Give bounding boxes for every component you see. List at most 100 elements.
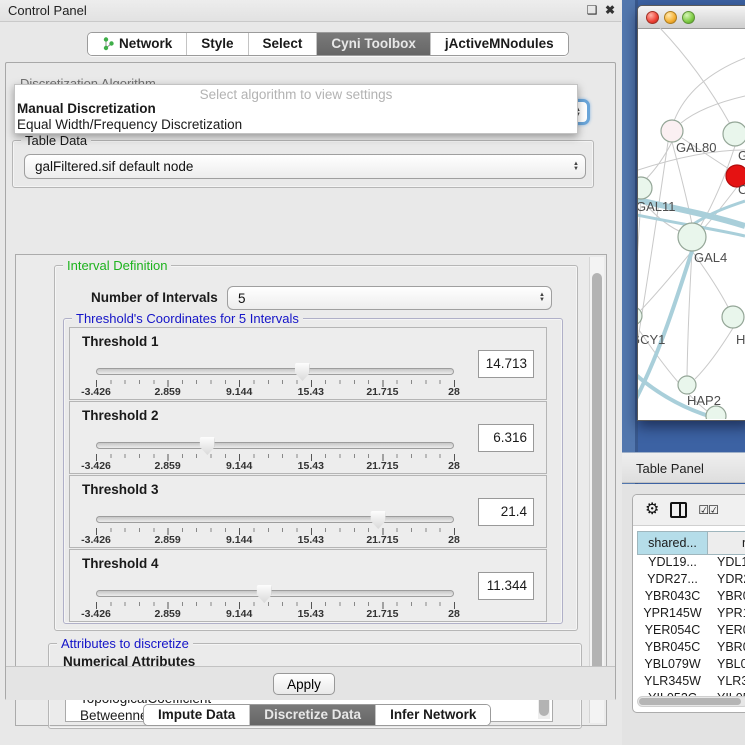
settings-scroll-panel: Interval Definition Number of Intervals … <box>15 254 607 726</box>
dropdown-prompt: Select algorithm to view settings <box>15 85 577 101</box>
slider-scale-labels: -3.4262.8599.14415.4321.71528 <box>96 460 454 472</box>
slider-scale-labels: -3.4262.8599.14415.4321.71528 <box>96 386 454 398</box>
slider-tick-label: 15.43 <box>298 534 324 546</box>
table-toolbar: ⚙ ☑☑ <box>633 495 745 526</box>
slider-tick-label: 9.144 <box>226 534 252 546</box>
slider-tick-label: 2.859 <box>154 386 180 398</box>
node-green[interactable] <box>723 122 745 146</box>
node-pink[interactable] <box>661 120 683 142</box>
zoom-traffic-light-icon[interactable] <box>682 11 695 24</box>
tab-cyni-toolbox[interactable]: Cyni Toolbox <box>317 33 431 55</box>
slider-thumb[interactable] <box>295 363 310 381</box>
table-row[interactable]: YBL079WYBL07 <box>637 657 745 674</box>
node-gal4[interactable] <box>678 223 706 251</box>
threshold-4-value-field[interactable]: 11.344 <box>478 572 534 600</box>
tab-infer-network[interactable]: Infer Network <box>376 705 490 725</box>
network-canvas[interactable]: GAL80 GA C GAL11 GAL4 GCY1 H HAP2 <box>638 28 745 419</box>
attributes-group-label: Attributes to discretize <box>57 636 193 651</box>
node-hap2[interactable] <box>678 376 696 394</box>
table-rows: YDL19...YDL19 YDR27...YDR27 YBR043CYBR04… <box>637 555 745 708</box>
threshold-2-value-field[interactable]: 6.316 <box>478 424 534 452</box>
threshold-1-panel: Threshold 1 -3.4262.8599.14415.4321.7152… <box>69 327 547 400</box>
table-horizontal-scrollbar[interactable] <box>637 696 745 707</box>
slider-thumb[interactable] <box>371 511 386 529</box>
table-row[interactable]: YDR27...YDR27 <box>637 572 745 589</box>
panel-title: Control Panel <box>8 3 87 18</box>
node-gal11[interactable] <box>638 177 652 199</box>
tab-style[interactable]: Style <box>187 33 248 55</box>
scrollbar-thumb[interactable] <box>592 273 602 697</box>
threshold-2-panel: Threshold 2 -3.4262.8599.14415.4321.7152… <box>69 401 547 474</box>
apply-button[interactable]: Apply <box>273 673 335 695</box>
threshold-1-value-field[interactable]: 14.713 <box>478 350 534 378</box>
slider-tick-label: 21.715 <box>366 460 398 472</box>
slider-tick-label: 28 <box>448 386 460 398</box>
number-of-intervals-combobox[interactable]: 5 ▲▼ <box>227 286 552 310</box>
slider-tick-label: -3.426 <box>81 460 111 472</box>
slider-tick-label: 28 <box>448 534 460 546</box>
threshold-3-value-field[interactable]: 21.4 <box>478 498 534 526</box>
slider-tick-label: 15.43 <box>298 386 324 398</box>
slider-tick-label: 21.715 <box>366 608 398 620</box>
tab-impute-data[interactable]: Impute Data <box>144 705 250 725</box>
slider-scale-labels: -3.4262.8599.14415.4321.71528 <box>96 534 454 546</box>
number-of-intervals-label: Number of Intervals <box>91 290 218 305</box>
tab-network[interactable]: Network <box>88 33 187 55</box>
threshold-3-slider[interactable] <box>96 516 454 523</box>
slider-tick-label: 15.43 <box>298 460 324 472</box>
threshold-4-slider[interactable] <box>96 590 454 597</box>
table-row[interactable]: YPR145WYPR14 <box>637 606 745 623</box>
minimize-traffic-light-icon[interactable] <box>664 11 677 24</box>
node-h[interactable] <box>722 306 744 328</box>
slider-tick-label: 9.144 <box>226 386 252 398</box>
table-header-row: shared... na <box>637 531 745 555</box>
tab-jactivemnodules[interactable]: jActiveMNodules <box>431 33 568 55</box>
slider-tick-label: 21.715 <box>366 534 398 546</box>
slider-tick-label: 28 <box>448 608 460 620</box>
algorithm-dropdown-popup: Select algorithm to view settings Manual… <box>14 84 578 134</box>
tab-select[interactable]: Select <box>249 33 318 55</box>
node-table-card: ⚙ ☑☑ shared... na YDL19...YDL19 YDR27...… <box>632 494 745 713</box>
interval-definition-label: Interval Definition <box>63 258 171 273</box>
tab-discretize-data[interactable]: Discretize Data <box>250 705 376 725</box>
node-label: GAL80 <box>676 140 716 155</box>
table-data-combobox[interactable]: galFiltered.sif default node ▲▼ <box>24 154 586 179</box>
panel-scrollbar[interactable] <box>589 257 604 723</box>
slider-tick-label: 9.144 <box>226 608 252 620</box>
column-header-shared-name[interactable]: shared... <box>637 531 708 555</box>
slider-tick-label: 9.144 <box>226 460 252 472</box>
float-window-icon[interactable]: ❑ <box>584 2 600 18</box>
slider-thumb[interactable] <box>200 437 215 455</box>
table-row[interactable]: YBR043CYBR04 <box>637 589 745 606</box>
scrollbar-thumb[interactable] <box>639 698 741 705</box>
slider-tick-label: -3.426 <box>81 534 111 546</box>
network-window-titlebar[interactable] <box>638 6 745 29</box>
slider-scale-labels: -3.4262.8599.14415.4321.71528 <box>96 608 454 620</box>
table-row[interactable]: YDL19...YDL19 <box>637 555 745 572</box>
close-traffic-light-icon[interactable] <box>646 11 659 24</box>
close-icon[interactable]: ✖ <box>602 2 618 18</box>
threshold-2-slider[interactable] <box>96 442 454 449</box>
slider-tick-label: 15.43 <box>298 608 324 620</box>
table-panel-titlebar: Table Panel <box>622 452 745 483</box>
dropdown-option-equal-width[interactable]: Equal Width/Frequency Discretization <box>15 117 577 133</box>
threshold-4-panel: Threshold 4 -3.4262.8599.14415.4321.7152… <box>69 549 547 622</box>
node-label: H <box>736 332 745 347</box>
control-panel-titlebar: Control Panel ❑ ✖ <box>0 0 621 22</box>
interval-definition-group: Interval Definition Number of Intervals … <box>54 265 578 631</box>
threshold-1-slider[interactable] <box>96 368 454 375</box>
checkbox-checked-icons[interactable]: ☑☑ <box>698 503 718 517</box>
dropdown-option-manual[interactable]: Manual Discretization <box>15 101 577 117</box>
split-columns-icon[interactable] <box>670 502 687 518</box>
slider-tick-label: 28 <box>448 460 460 472</box>
table-row[interactable]: YLR345WYLR34 <box>637 674 745 691</box>
combo-stepper-icon: ▲▼ <box>567 155 585 178</box>
table-row[interactable]: YBR045CYBR04 <box>637 640 745 657</box>
apply-bar: Apply <box>6 666 615 700</box>
table-row[interactable]: YER054CYER05 <box>637 623 745 640</box>
column-header-name[interactable]: na <box>708 531 745 555</box>
table-data-group-label: Table Data <box>21 133 91 148</box>
slider-thumb[interactable] <box>257 585 272 603</box>
node-label: GCY1 <box>638 332 665 347</box>
gear-icon[interactable]: ⚙ <box>645 502 659 518</box>
